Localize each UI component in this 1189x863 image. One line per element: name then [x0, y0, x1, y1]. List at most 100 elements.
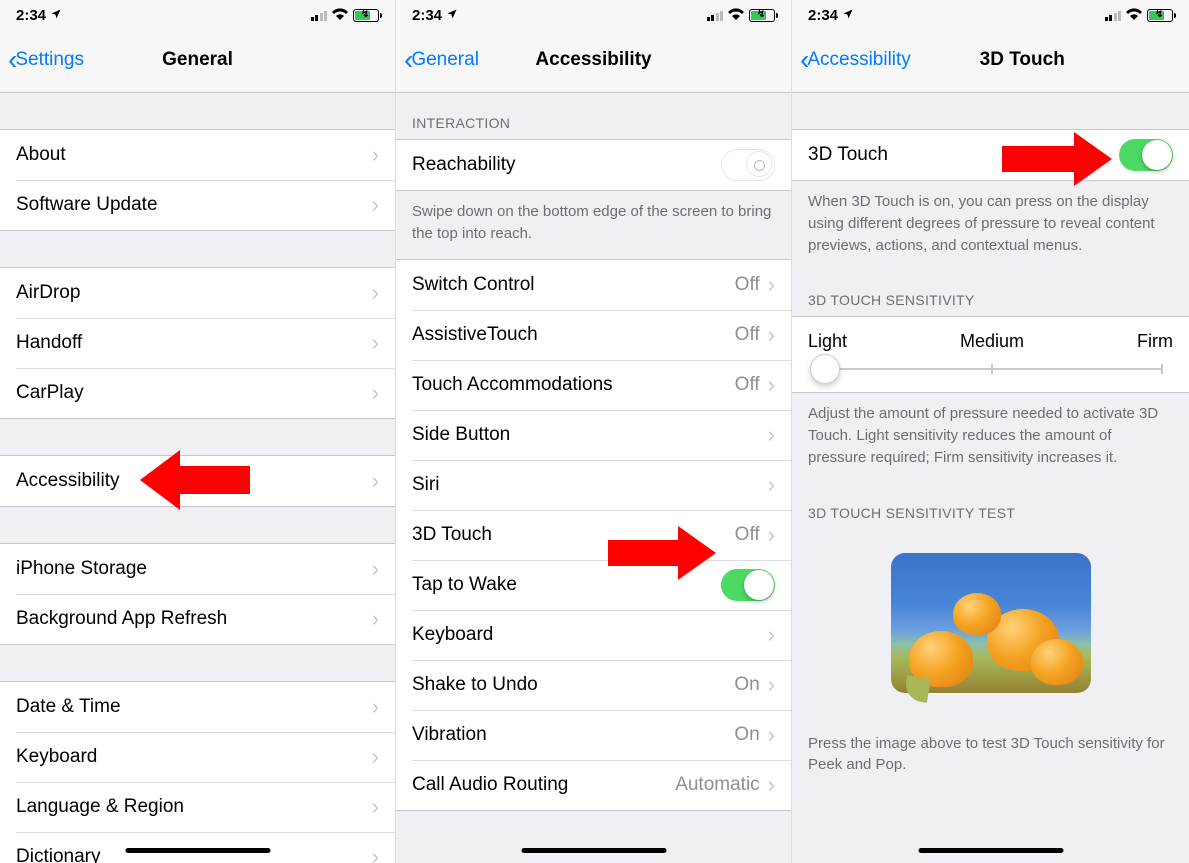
- chevron-right-icon: ›: [768, 424, 775, 446]
- row-siri[interactable]: Siri ›: [396, 460, 791, 510]
- back-button[interactable]: ‹ Accessibility: [800, 46, 911, 74]
- chevron-right-icon: ›: [372, 144, 379, 166]
- row-touch-accommodations[interactable]: Touch Accommodations Off ›: [396, 360, 791, 410]
- row-label: Accessibility: [16, 470, 372, 492]
- row-assistivetouch[interactable]: AssistiveTouch Off ›: [396, 310, 791, 360]
- row-software-update[interactable]: Software Update ›: [0, 180, 395, 230]
- row-about[interactable]: About ›: [0, 130, 395, 180]
- row-side-button[interactable]: Side Button ›: [396, 410, 791, 460]
- chevron-right-icon: ›: [372, 558, 379, 580]
- row-iphone-storage[interactable]: iPhone Storage ›: [0, 544, 395, 594]
- row-label: Siri: [412, 474, 768, 496]
- chevron-right-icon: ›: [372, 282, 379, 304]
- row-label: CarPlay: [16, 382, 372, 404]
- group-about: About › Software Update ›: [0, 129, 395, 231]
- sensitivity-test-area: [792, 529, 1189, 723]
- chevron-right-icon: ›: [768, 324, 775, 346]
- row-label: Switch Control: [412, 274, 735, 296]
- cellular-icon: [707, 10, 724, 21]
- row-label: iPhone Storage: [16, 558, 372, 580]
- chevron-right-icon: ›: [372, 332, 379, 354]
- row-value: On: [734, 724, 759, 746]
- row-label: Reachability: [412, 154, 721, 176]
- row-date-time[interactable]: Date & Time ›: [0, 682, 395, 732]
- row-label: Keyboard: [16, 746, 372, 768]
- status-time: 2:34: [808, 7, 838, 24]
- group-interaction-rows: Switch Control Off › AssistiveTouch Off …: [396, 259, 791, 811]
- status-bar: 2:34 ↯: [396, 0, 791, 28]
- row-background-app-refresh[interactable]: Background App Refresh ›: [0, 594, 395, 644]
- tap-to-wake-switch[interactable]: [721, 569, 775, 601]
- group-header-test: 3D Touch Sensitivity Test: [792, 483, 1189, 529]
- status-bar: 2:34 ↯: [0, 0, 395, 28]
- chevron-right-icon: ›: [768, 724, 775, 746]
- row-keyboard[interactable]: Keyboard ›: [396, 610, 791, 660]
- wifi-icon: [332, 7, 348, 23]
- row-reachability[interactable]: Reachability: [396, 140, 791, 190]
- row-label: Shake to Undo: [412, 674, 734, 696]
- row-carplay[interactable]: CarPlay ›: [0, 368, 395, 418]
- group-sensitivity: Light Medium Firm: [792, 316, 1189, 393]
- test-footer: Press the image above to test 3D Touch s…: [792, 723, 1189, 791]
- row-handoff[interactable]: Handoff ›: [0, 318, 395, 368]
- row-value: Off: [735, 324, 760, 346]
- chevron-right-icon: ›: [768, 524, 775, 546]
- back-label: Accessibility: [807, 49, 910, 71]
- row-value: Off: [735, 274, 760, 296]
- row-value: Off: [735, 374, 760, 396]
- row-vibration[interactable]: Vibration On ›: [396, 710, 791, 760]
- slider-mid-label: Medium: [960, 331, 1024, 352]
- row-label: AirDrop: [16, 282, 372, 304]
- screen-general: 2:34 ↯ ‹ Settings General: [0, 0, 396, 863]
- slider-thumb[interactable]: [810, 354, 840, 384]
- status-bar: 2:34 ↯: [792, 0, 1189, 28]
- nav-title: 3D Touch: [980, 49, 1065, 71]
- chevron-right-icon: ›: [372, 194, 379, 216]
- row-label: Software Update: [16, 194, 372, 216]
- cellular-icon: [311, 10, 328, 21]
- slider-min-label: Light: [808, 331, 847, 352]
- chevron-right-icon: ›: [768, 774, 775, 796]
- row-label: Date & Time: [16, 696, 372, 718]
- row-switch-control[interactable]: Switch Control Off ›: [396, 260, 791, 310]
- row-3d-touch-master[interactable]: 3D Touch: [792, 130, 1189, 180]
- nav-bar: ‹ Accessibility 3D Touch: [792, 28, 1189, 93]
- chevron-right-icon: ›: [372, 696, 379, 718]
- chevron-right-icon: ›: [768, 474, 775, 496]
- sensitivity-footer: Adjust the amount of pressure needed to …: [792, 393, 1189, 482]
- sensitivity-test-image[interactable]: [891, 553, 1091, 693]
- battery-icon: ↯: [1147, 9, 1173, 22]
- location-icon: [446, 7, 458, 24]
- row-3d-touch[interactable]: 3D Touch Off ›: [396, 510, 791, 560]
- group-locale: Date & Time › Keyboard › Language & Regi…: [0, 681, 395, 863]
- group-header-interaction: Interaction: [396, 93, 791, 139]
- row-accessibility[interactable]: Accessibility ›: [0, 456, 395, 506]
- chevron-right-icon: ›: [372, 846, 379, 863]
- row-label: Side Button: [412, 424, 768, 446]
- row-call-audio-routing[interactable]: Call Audio Routing Automatic ›: [396, 760, 791, 810]
- back-button[interactable]: ‹ General: [404, 46, 479, 74]
- row-shake-to-undo[interactable]: Shake to Undo On ›: [396, 660, 791, 710]
- battery-icon: ↯: [749, 9, 775, 22]
- chevron-right-icon: ›: [768, 624, 775, 646]
- chevron-right-icon: ›: [372, 382, 379, 404]
- sensitivity-slider[interactable]: [820, 368, 1161, 370]
- row-value: Automatic: [675, 774, 759, 796]
- row-language-region[interactable]: Language & Region ›: [0, 782, 395, 832]
- row-keyboard[interactable]: Keyboard ›: [0, 732, 395, 782]
- reachability-switch[interactable]: [721, 149, 775, 181]
- slider-max-label: Firm: [1137, 331, 1173, 352]
- group-3d-touch-master: 3D Touch: [792, 129, 1189, 181]
- row-tap-to-wake[interactable]: Tap to Wake: [396, 560, 791, 610]
- row-label: 3D Touch: [808, 144, 1119, 166]
- group-header-sensitivity: 3D Touch Sensitivity: [792, 270, 1189, 316]
- nav-title: Accessibility: [535, 49, 651, 71]
- chevron-right-icon: ›: [768, 274, 775, 296]
- group-storage: iPhone Storage › Background App Refresh …: [0, 543, 395, 645]
- row-label: Tap to Wake: [412, 574, 721, 596]
- 3d-touch-switch[interactable]: [1119, 139, 1173, 171]
- back-button[interactable]: ‹ Settings: [8, 46, 84, 74]
- row-airdrop[interactable]: AirDrop ›: [0, 268, 395, 318]
- row-label: Background App Refresh: [16, 608, 372, 630]
- chevron-right-icon: ›: [372, 470, 379, 492]
